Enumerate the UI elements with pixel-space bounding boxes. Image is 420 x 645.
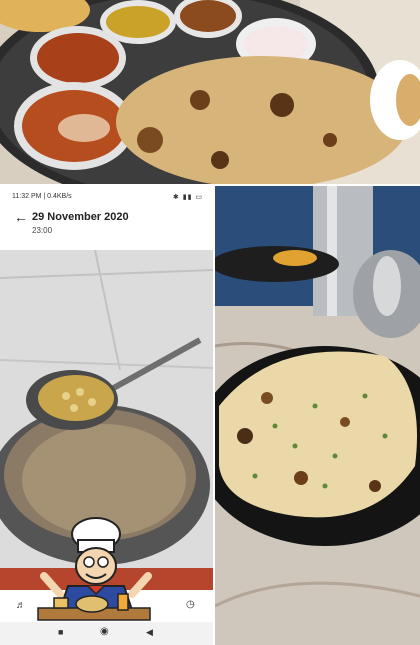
media-time: 23:00 <box>32 226 53 235</box>
top-food-photo <box>0 0 420 184</box>
status-icons: ✱ ▮▮ ▭ <box>172 194 203 201</box>
media-header: ← 29 November 2020 23:00 <box>0 206 213 250</box>
back-triangle-icon[interactable]: ◀ <box>146 627 153 638</box>
chef-mascot-logo <box>37 517 152 621</box>
phone-screenshot-photo: 11:32 PM | 0.4KB/s ✱ ▮▮ ▭ ← 29 November … <box>0 186 213 645</box>
phone-status-bar: 11:32 PM | 0.4KB/s ✱ ▮▮ ▭ <box>0 186 213 206</box>
thali-illustration <box>0 0 420 184</box>
recent-apps-icon[interactable]: ■ <box>58 627 63 637</box>
right-food-photo <box>215 186 420 645</box>
status-time: 11:32 PM | 0.4KB/s <box>12 193 72 200</box>
media-date: 29 November 2020 <box>32 211 129 223</box>
tandoori-roti <box>116 56 408 184</box>
timer-icon[interactable]: ◷ <box>186 599 195 610</box>
back-arrow-icon[interactable]: ← <box>14 209 28 225</box>
android-nav-bar: ■ ◉ ◀ <box>0 622 213 645</box>
back-plate <box>215 246 339 282</box>
naan-illustration <box>215 186 420 645</box>
home-icon[interactable]: ◉ <box>100 626 109 637</box>
